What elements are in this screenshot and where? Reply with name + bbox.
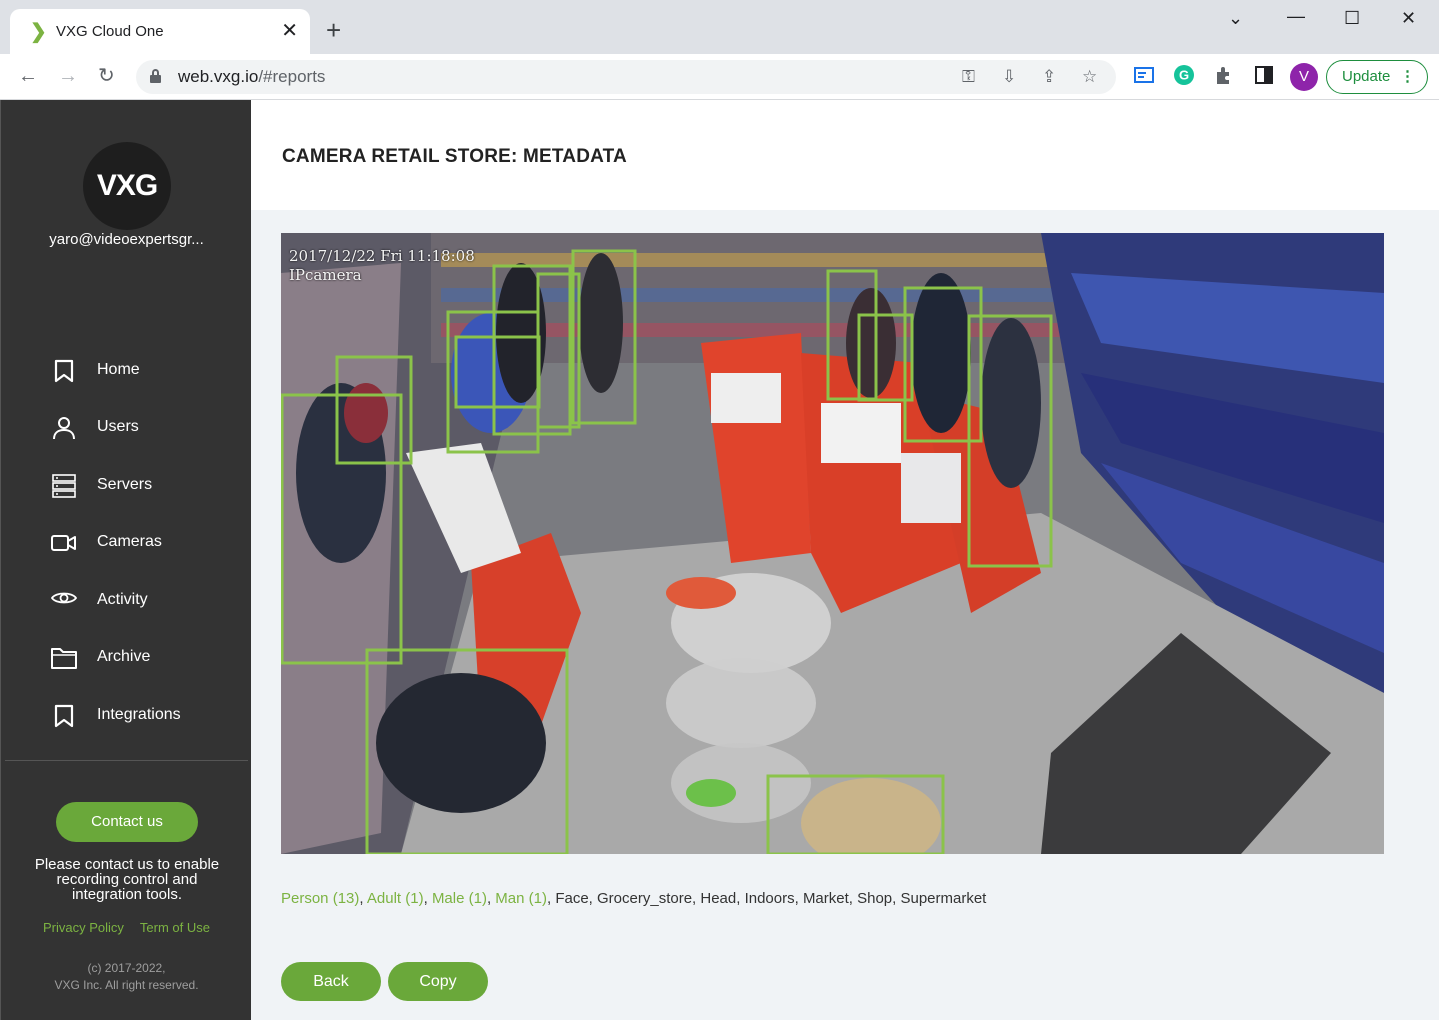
page-title: CAMERA RETAIL STORE: METADATA xyxy=(282,146,627,167)
share-icon[interactable]: ⇪ xyxy=(1042,67,1056,87)
browser-toolbar: ← → ↻ web.vxg.io/#reports ⚿ ⇩ ⇪ ☆ G V Up… xyxy=(0,54,1439,100)
sidebar-item-users[interactable]: Users xyxy=(1,407,252,447)
browser-tab[interactable]: ❯ VXG Cloud One ✕ xyxy=(10,9,310,54)
tab-title: VXG Cloud One xyxy=(56,23,164,40)
star-bookmark-icon[interactable]: ☆ xyxy=(1082,67,1097,87)
video-camera-icon xyxy=(51,530,77,556)
osd-timestamp: 2017/12/22 Fri 11:18:08 xyxy=(289,247,475,265)
back-button[interactable]: Back xyxy=(281,962,381,1001)
copyright: (c) 2017-2022, VXG Inc. All right reserv… xyxy=(54,961,199,992)
address-bar[interactable]: web.vxg.io/#reports ⚿ ⇩ ⇪ ☆ xyxy=(136,60,1116,94)
page-header: CAMERA RETAIL STORE: METADATA xyxy=(251,100,1439,210)
svg-text:G: G xyxy=(1179,68,1189,83)
new-tab-plus-icon[interactable]: + xyxy=(326,17,341,43)
terms-of-use-link[interactable]: Term of Use xyxy=(140,920,210,935)
tag-man-link[interactable]: Man (1) xyxy=(495,890,547,907)
sidebar-item-integrations[interactable]: Integrations xyxy=(1,695,252,735)
sidebar-item-home[interactable]: Home xyxy=(1,350,252,390)
contact-note: Please contact us to enable recording co… xyxy=(34,856,220,903)
metadata-tags: Person (13), Adult (1), Male (1), Man (1… xyxy=(281,890,987,907)
lock-icon xyxy=(150,69,161,83)
sidebar-item-label: Activity xyxy=(97,591,148,608)
sidebar-item-activity[interactable]: Activity xyxy=(1,580,252,620)
extension-reader-icon[interactable] xyxy=(1133,64,1155,91)
install-app-icon[interactable]: ⇩ xyxy=(1002,67,1016,87)
sidebar-item-label: Integrations xyxy=(97,706,181,723)
user-icon xyxy=(51,415,77,441)
minimize-icon[interactable]: — xyxy=(1287,6,1305,27)
profile-avatar[interactable]: V xyxy=(1290,63,1318,91)
camera-osd: 2017/12/22 Fri 11:18:08 IPcamera xyxy=(289,247,475,285)
sidebar-item-archive[interactable]: Archive xyxy=(1,637,252,677)
vxg-favicon-icon: ❯ xyxy=(30,21,47,43)
sidebar-item-label: Users xyxy=(97,418,139,435)
sidebar-item-label: Cameras xyxy=(97,533,162,550)
sidebar-item-label: Servers xyxy=(97,476,153,493)
tag-adult-link[interactable]: Adult (1) xyxy=(367,890,424,907)
tag-person-link[interactable]: Person (13) xyxy=(281,890,359,907)
store-scene-illustration xyxy=(281,233,1384,854)
tab-search-chevron-icon[interactable]: ⌄ xyxy=(1228,8,1243,29)
bookmark-icon xyxy=(51,703,77,729)
sidebar-divider xyxy=(5,760,248,761)
user-email[interactable]: yaro@videoexpertsgr... xyxy=(1,231,252,248)
main-content: CAMERA RETAIL STORE: METADATA 2017/12/22… xyxy=(251,100,1439,1020)
tab-close-icon[interactable]: ✕ xyxy=(281,20,298,42)
server-icon xyxy=(51,473,77,499)
grammarly-icon[interactable]: G xyxy=(1173,64,1195,91)
forward-arrow-icon[interactable]: → xyxy=(58,64,78,88)
browser-tab-strip: ❯ VXG Cloud One ✕ + ⌄ — ☐ ✕ xyxy=(0,0,1439,54)
camera-snapshot: 2017/12/22 Fri 11:18:08 IPcamera xyxy=(281,233,1384,854)
privacy-policy-link[interactable]: Privacy Policy xyxy=(43,920,124,935)
reload-icon[interactable]: ↻ xyxy=(98,64,115,88)
url-text: web.vxg.io/#reports xyxy=(178,67,326,86)
eye-icon xyxy=(50,588,78,614)
vxg-logo[interactable]: VXG xyxy=(83,142,171,230)
tag-plain-list: Face, Grocery_store, Head, Indoors, Mark… xyxy=(555,890,987,907)
contact-us-button[interactable]: Contact us xyxy=(56,802,198,842)
sidebar-item-cameras[interactable]: Cameras xyxy=(1,522,252,562)
copy-button[interactable]: Copy xyxy=(388,962,488,1001)
bookmark-icon xyxy=(51,358,77,384)
osd-camera-name: IPcamera xyxy=(289,266,362,284)
extensions-puzzle-icon[interactable] xyxy=(1213,64,1235,91)
key-icon[interactable]: ⚿ xyxy=(962,67,975,87)
back-arrow-icon[interactable]: ← xyxy=(18,64,38,88)
sidebar-item-label: Home xyxy=(97,361,140,378)
folder-icon xyxy=(51,645,77,671)
footer-links: Privacy Policy Term of Use xyxy=(1,920,252,935)
side-panel-icon[interactable] xyxy=(1253,64,1275,91)
sidebar: VXG yaro@videoexpertsgr... Home Users Se… xyxy=(0,100,251,1020)
maximize-icon[interactable]: ☐ xyxy=(1344,8,1360,29)
more-menu-icon: ⋮ xyxy=(1400,68,1415,85)
tag-male-link[interactable]: Male (1) xyxy=(432,890,487,907)
update-button[interactable]: Update ⋮ xyxy=(1326,60,1428,94)
close-window-icon[interactable]: ✕ xyxy=(1401,8,1416,29)
sidebar-item-servers[interactable]: Servers xyxy=(1,465,252,505)
sidebar-item-label: Archive xyxy=(97,648,151,665)
